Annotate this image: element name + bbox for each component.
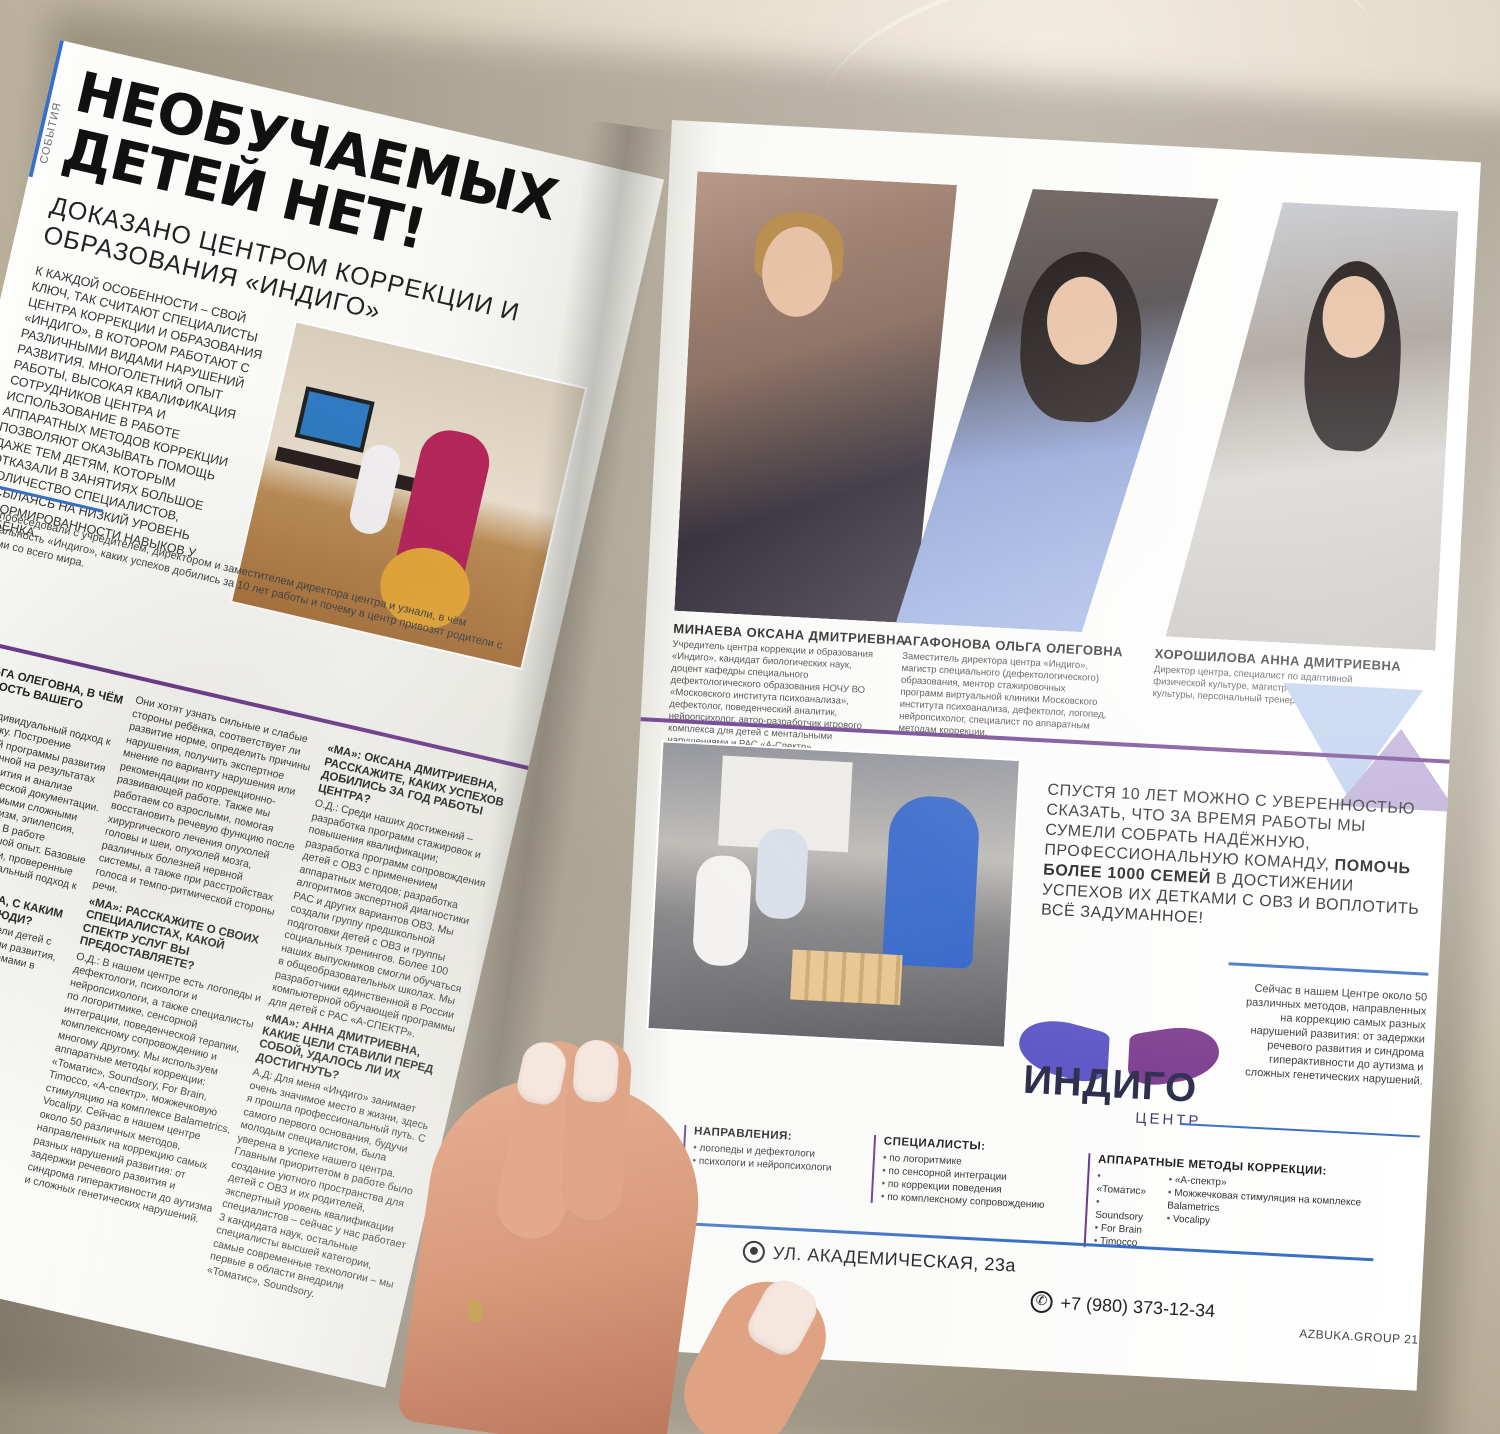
logo-wordmark: ИНДИГО	[1022, 1057, 1199, 1111]
child-figure	[754, 827, 810, 921]
phone: +7 (980) 373-12-34	[1030, 1290, 1216, 1322]
phone-icon	[1030, 1290, 1054, 1314]
child-figure	[691, 854, 753, 968]
children-blocks-photo	[646, 740, 1022, 1049]
phone-text: +7 (980) 373-12-34	[1060, 1292, 1216, 1321]
quote-rule	[1228, 962, 1429, 976]
right-page: МИНАЕВА ОКСАНА ДМИТРИЕВНА Учредитель цен…	[607, 120, 1481, 1391]
answer-text: Они хотят узнать сильные и слабые сторон…	[91, 694, 312, 918]
specialists-list: СПЕЦИАЛИСТЫ: по логоритмике по сенсорной…	[870, 1134, 1074, 1214]
specialist-figure	[882, 794, 981, 969]
decorative-triangle	[0, 977, 10, 1141]
logo-subtitle: ЦЕНТР	[1134, 1109, 1202, 1131]
list-item: Soundsory	[1095, 1196, 1146, 1225]
toy-blocks	[790, 949, 903, 1006]
methods-paragraph: Сейчас в нашем Центре около 50 различных…	[1244, 982, 1428, 1088]
portrait-minaeva	[674, 171, 957, 624]
fingernail	[571, 1038, 621, 1104]
location-pin-icon	[742, 1240, 766, 1264]
address: УЛ. АКАДЕМИЧЕСКАЯ, 23а	[742, 1240, 1016, 1276]
indigo-logo: ИНДИГО ЦЕНТР	[1015, 1009, 1231, 1140]
person-bio: Учредитель центра коррекции и образовани…	[667, 638, 874, 754]
portrait-horoshilova	[1166, 197, 1459, 651]
photo-scene: СОБЫТИЯ НЕОБУЧАЕМЫХ ДЕТЕЙ НЕТ! ДОКАЗАНО …	[0, 0, 1500, 1434]
pull-quote: СПУСТЯ 10 ЛЕТ МОЖНО С УВЕРЕННОСТЬЮ СКАЗА…	[1041, 781, 1438, 941]
monitor-shape	[294, 386, 375, 453]
address-text: УЛ. АКАДЕМИЧЕСКАЯ, 23а	[772, 1242, 1017, 1276]
page-footer: AZBUKA.GROUP 21	[1298, 1326, 1419, 1347]
directions-list: НАПРАВЛЕНИЯ: логопеды и дефектологи псих…	[682, 1125, 845, 1176]
list-item: «Томатис»	[1096, 1170, 1147, 1199]
ring	[468, 1300, 482, 1322]
child-figure	[346, 441, 404, 538]
answer-text: А.Д: Для меня «Индиго» занимает очень зн…	[205, 1065, 430, 1300]
